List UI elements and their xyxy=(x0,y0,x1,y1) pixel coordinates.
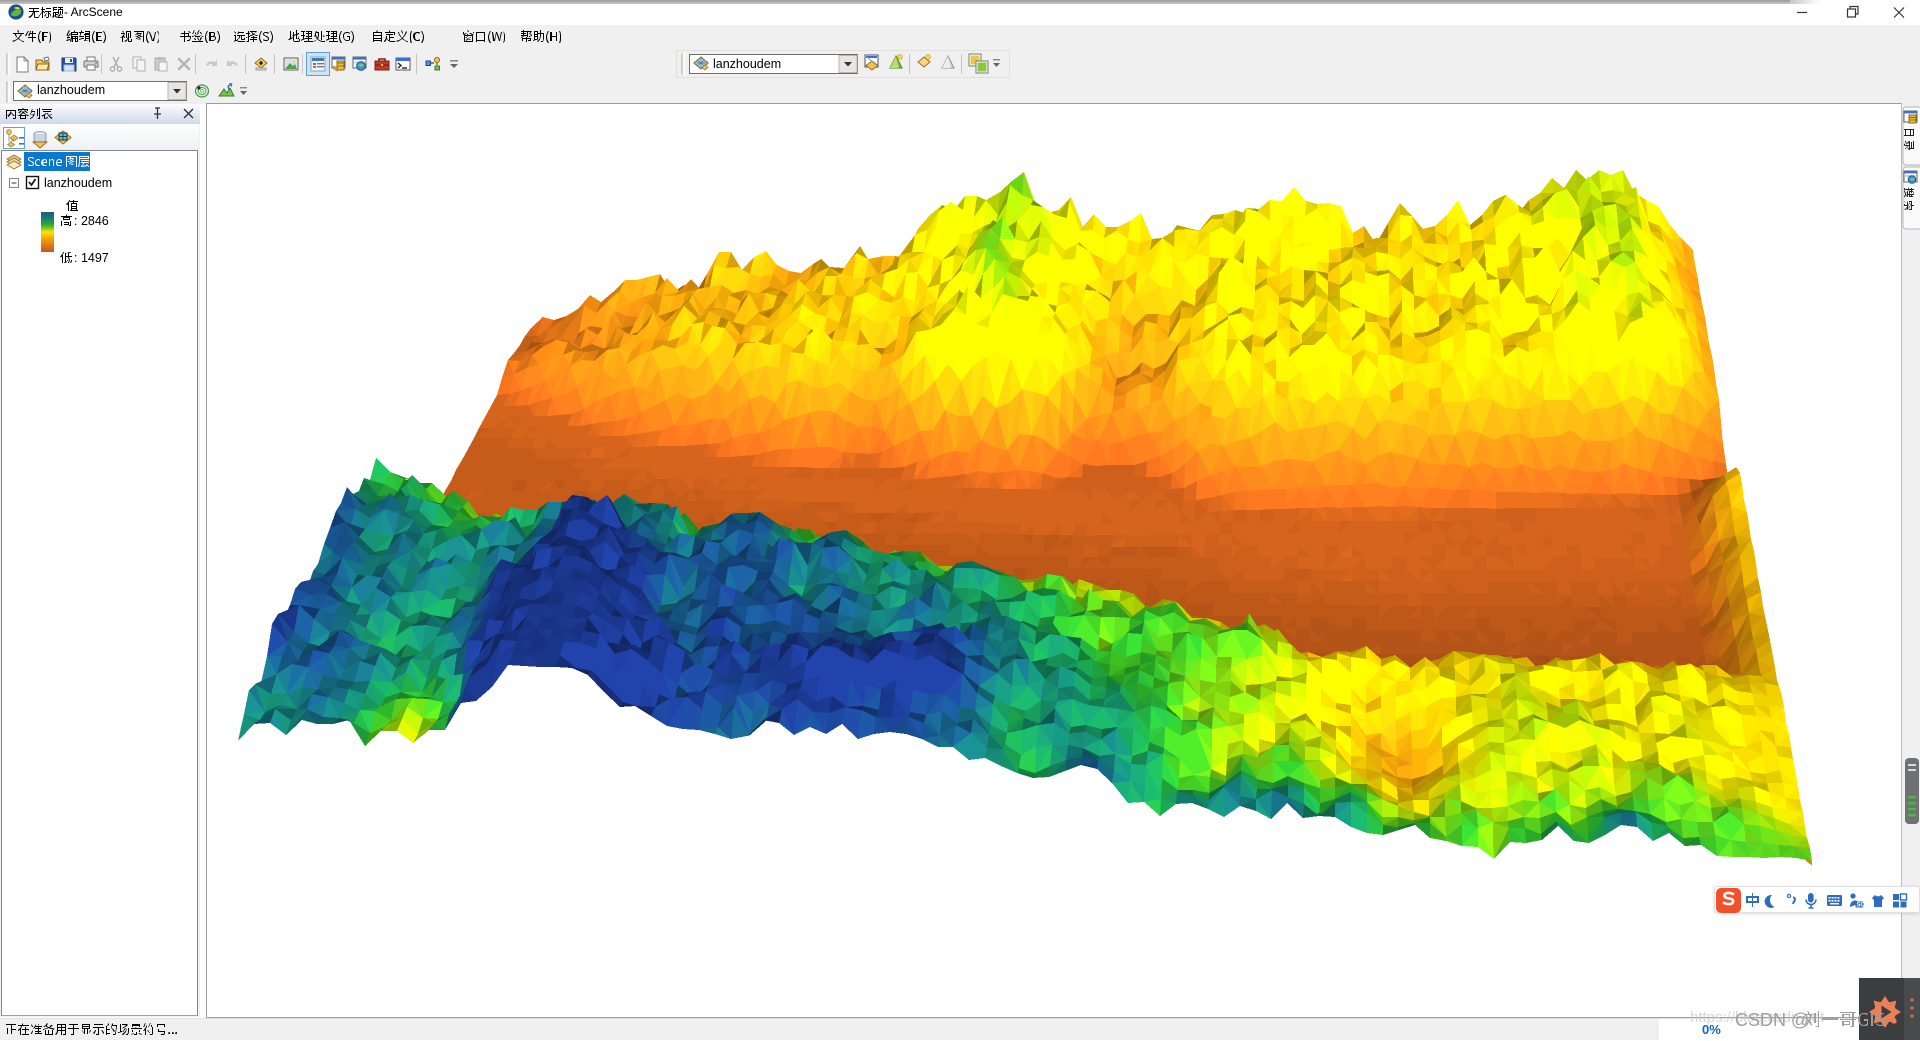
svg-text:SO: SO xyxy=(1857,903,1866,909)
svg-text:: 2846: : 2846 xyxy=(74,214,109,228)
svg-text:lanzhoudem: lanzhoudem xyxy=(44,176,112,190)
svg-text:CSDN @: CSDN @ xyxy=(1735,1010,1809,1030)
svg-text:: 1497: : 1497 xyxy=(74,251,109,265)
